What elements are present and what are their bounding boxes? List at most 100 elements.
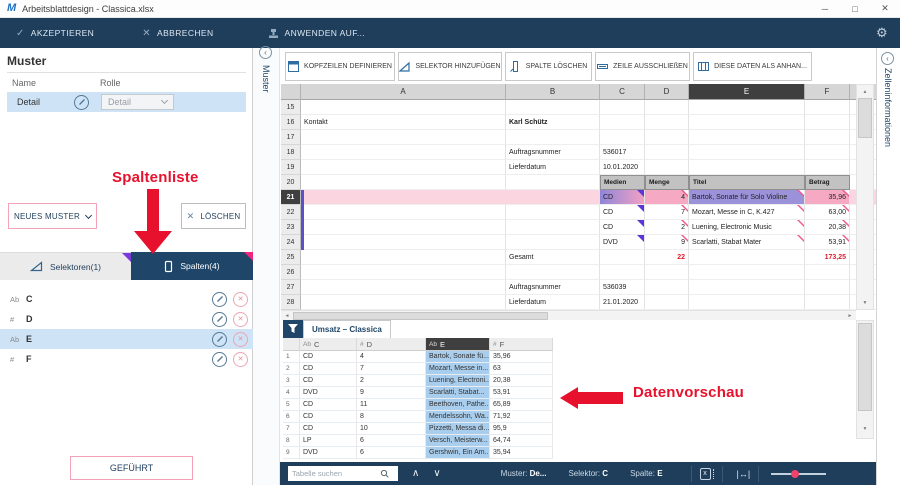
cell-D23[interactable]: 2 — [645, 220, 689, 235]
add-selector-button[interactable]: SELEKTOR HINZUFÜGEN — [398, 51, 502, 81]
scrollbar-thumb[interactable] — [293, 311, 548, 320]
cell-E23[interactable]: Luening, Electronic Music — [689, 220, 805, 235]
search-input[interactable] — [292, 469, 378, 478]
find-previous-button[interactable]: ∧ — [412, 468, 419, 479]
row-header-28[interactable]: 28 — [281, 295, 301, 310]
row-header-18[interactable]: 18 — [281, 145, 301, 160]
column-header-C[interactable]: C — [600, 84, 645, 100]
preview-cell[interactable]: Beethoven, Pathe... — [426, 399, 490, 411]
preview-vertical-scrollbar[interactable]: ▼ — [856, 320, 874, 439]
preview-cell[interactable]: 95,9 — [490, 423, 553, 435]
excel-view-button[interactable]: x — [690, 465, 723, 482]
preview-cell[interactable]: 35,96 — [490, 351, 553, 363]
delete-icon[interactable]: ✕ — [233, 311, 248, 327]
cell-D17[interactable] — [645, 130, 689, 145]
cell-C21[interactable]: CD — [600, 190, 645, 205]
column-list-item-F[interactable]: # F ✕ — [0, 349, 253, 369]
cell-E24[interactable]: Scarlatti, Stabat Mater — [689, 235, 805, 250]
cell-D26[interactable] — [645, 265, 689, 280]
cell-F27[interactable] — [805, 280, 850, 295]
cell-C24[interactable]: DVD — [600, 235, 645, 250]
cell-A28[interactable] — [301, 295, 506, 310]
preview-column-header-E[interactable]: Ab E — [426, 338, 490, 351]
cell-D28[interactable] — [645, 295, 689, 310]
preview-cell[interactable]: 53,91 — [490, 387, 553, 399]
data-as-attachment-button[interactable]: DIESE DATEN ALS ANHAN... — [693, 51, 812, 81]
cell-C15[interactable] — [600, 100, 645, 115]
cell-D19[interactable] — [645, 160, 689, 175]
preview-cell[interactable]: Mendelssohn, Wa... — [426, 411, 490, 423]
cell-B24[interactable] — [506, 235, 600, 250]
cell-C16[interactable] — [600, 115, 645, 130]
preview-cell[interactable]: Luening, Electroni... — [426, 375, 490, 387]
gefuehrt-button[interactable]: GEFÜHRT — [70, 456, 193, 480]
row-header-26[interactable]: 26 — [281, 265, 301, 280]
cell-E18[interactable] — [689, 145, 805, 160]
cell-B27[interactable]: Auftragsnummer — [506, 280, 600, 295]
column-list-item-E[interactable]: Ab E ✕ — [0, 329, 253, 349]
preview-cell[interactable]: 9 — [357, 387, 426, 399]
cell-F22[interactable]: 63,00 — [805, 205, 850, 220]
preview-cell[interactable]: 6 — [357, 435, 426, 447]
pin-icon[interactable]: ‹ — [259, 46, 272, 59]
find-next-button[interactable]: ∨ — [433, 468, 440, 479]
preview-cell[interactable]: Bartok, Sonate fü... — [426, 351, 490, 363]
cell-A22[interactable] — [301, 205, 506, 220]
row-header-17[interactable]: 17 — [281, 130, 301, 145]
cell-F18[interactable] — [805, 145, 850, 160]
preview-cell[interactable]: Scarlatti, Stabat... — [426, 387, 490, 399]
cell-E22[interactable]: Mozart, Messe in C, K.427 — [689, 205, 805, 220]
preview-cell[interactable]: CD — [300, 375, 357, 387]
maximize-button[interactable]: □ — [840, 0, 870, 17]
cell-A21[interactable] — [301, 190, 506, 205]
cell-C22[interactable]: CD — [600, 205, 645, 220]
muster-vertical-tab[interactable]: Muster — [261, 65, 271, 93]
cell-E20[interactable]: Titel — [689, 175, 805, 190]
cell-E21[interactable]: Bartok, Sonate für Solo Violine — [689, 190, 805, 205]
cell-F28[interactable] — [805, 295, 850, 310]
preview-cell[interactable]: 2 — [357, 375, 426, 387]
cell-A27[interactable] — [301, 280, 506, 295]
cell-A19[interactable] — [301, 160, 506, 175]
cell-E15[interactable] — [689, 100, 805, 115]
row-header-27[interactable]: 27 — [281, 280, 301, 295]
zoom-slider-thumb[interactable] — [791, 469, 800, 478]
cell-A23[interactable] — [301, 220, 506, 235]
cell-C26[interactable] — [600, 265, 645, 280]
close-button[interactable]: ✕ — [870, 0, 900, 17]
cell-E19[interactable] — [689, 160, 805, 175]
preview-cell[interactable]: 7 — [357, 363, 426, 375]
cell-E17[interactable] — [689, 130, 805, 145]
cell-A15[interactable] — [301, 100, 506, 115]
preview-cell[interactable]: CD — [300, 351, 357, 363]
delete-icon[interactable]: ✕ — [233, 291, 248, 307]
scroll-down-icon[interactable]: ▼ — [857, 296, 873, 309]
cell-C19[interactable]: 10.01.2020 — [600, 160, 645, 175]
preview-column-header-D[interactable]: # D — [357, 338, 426, 351]
row-header-22[interactable]: 22 — [281, 205, 301, 220]
cell-B15[interactable] — [506, 100, 600, 115]
preview-cell[interactable]: CD — [300, 411, 357, 423]
preview-cell[interactable]: CD — [300, 423, 357, 435]
preview-cell[interactable]: Mozart, Messe in... — [426, 363, 490, 375]
cell-B21[interactable] — [506, 190, 600, 205]
preview-tab-umsatz-classica[interactable]: Umsatz – Classica — [303, 320, 391, 338]
row-header-23[interactable]: 23 — [281, 220, 301, 235]
row-header-15[interactable]: 15 — [281, 100, 301, 115]
preview-cell[interactable]: 4 — [357, 351, 426, 363]
preview-cell[interactable]: 8 — [357, 411, 426, 423]
cell-D20[interactable]: Menge — [645, 175, 689, 190]
cell-B23[interactable] — [506, 220, 600, 235]
cell-B17[interactable] — [506, 130, 600, 145]
sheet-vertical-scrollbar[interactable]: ▲ ▼ — [856, 84, 874, 310]
cell-D21[interactable]: 4 — [645, 190, 689, 205]
preview-cell[interactable]: CD — [300, 399, 357, 411]
pin-icon[interactable]: ‹ — [881, 52, 894, 65]
apply-to-button[interactable]: ANWENDEN AUF... — [258, 18, 376, 48]
cell-A25[interactable] — [301, 250, 506, 265]
edit-icon[interactable] — [212, 291, 227, 307]
gear-icon[interactable]: ⚙ — [876, 25, 888, 41]
cell-E25[interactable] — [689, 250, 805, 265]
define-headers-button[interactable]: KOPFZEILEN DEFINIEREN — [285, 51, 395, 81]
cell-B26[interactable] — [506, 265, 600, 280]
